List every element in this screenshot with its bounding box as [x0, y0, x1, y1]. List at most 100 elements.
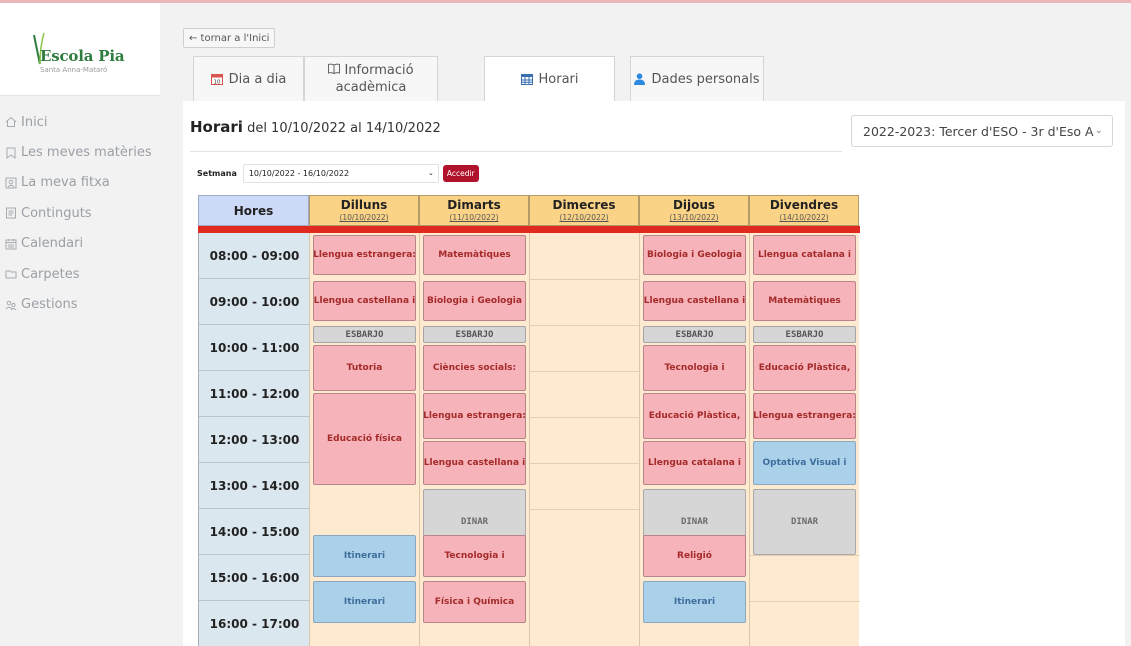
class-block[interactable]: Biologia i Geologia: [643, 235, 746, 275]
break-block: ESBARJO: [313, 326, 416, 343]
document-icon: [4, 206, 18, 220]
sidebar-item-label: Gestions: [21, 297, 78, 313]
class-block[interactable]: Optativa Visual i: [753, 441, 856, 485]
tab-dia-a-dia[interactable]: 10 Dia a dia: [193, 56, 304, 101]
sidebar-item-gestions[interactable]: Gestions: [0, 289, 160, 319]
sidebar-item-label: La meva fitxa: [21, 175, 110, 191]
course-year-value: 2022-2023: Tercer d'ESO - 3r d'Eso A: [863, 123, 1094, 139]
sidebar-item-label: Inici: [21, 114, 48, 130]
hour-cell: 15:00 - 16:00: [199, 555, 310, 601]
class-block[interactable]: Llengua estrangera:: [423, 393, 526, 439]
tab-label: Informació acadèmica: [305, 62, 437, 96]
row-divider: [530, 463, 640, 464]
day-header-tuesday[interactable]: Dimarts (11/10/2022): [419, 195, 529, 226]
sidebar-item-continguts[interactable]: Continguts: [0, 198, 160, 228]
week-value: 10/10/2022 - 16/10/2022: [248, 169, 350, 178]
class-block[interactable]: Itinerari: [643, 581, 746, 623]
table-icon: [520, 74, 533, 85]
page-title: Horari del 10/10/2022 al 14/10/2022: [190, 118, 441, 136]
row-divider: [750, 555, 860, 556]
home-icon: [4, 115, 18, 129]
day-column-wednesday: [529, 233, 640, 646]
hour-cell: 09:00 - 10:00: [199, 279, 310, 325]
class-block[interactable]: Tutoria: [313, 345, 416, 391]
sidebar-item-label: Les meves matèries: [21, 145, 152, 161]
class-block[interactable]: Llengua castellana i: [643, 281, 746, 321]
tab-informacio-academica[interactable]: Informació acadèmica: [304, 56, 438, 101]
lunch-block: DINAR: [753, 489, 856, 555]
tab-horari[interactable]: Horari: [484, 56, 615, 102]
book-icon: [328, 63, 341, 74]
logo-title: Escola Pia: [40, 47, 125, 65]
hours-header: Hores: [198, 195, 309, 226]
day-column-friday: Llengua catalana i Matemàtiques ESBARJO …: [749, 233, 860, 646]
timetable: Hores Dilluns (10/10/2022) Dimarts (11/10/…: [198, 195, 860, 646]
hours-column: 08:00 - 09:00 09:00 - 10:00 10:00 - 11:0…: [198, 233, 310, 646]
class-block[interactable]: Itinerari: [313, 535, 416, 577]
sidebar-item-fitxa[interactable]: La meva fitxa: [0, 168, 160, 198]
hour-cell: 10:00 - 11:00: [199, 325, 310, 371]
row-divider: [530, 509, 640, 510]
back-to-home-button[interactable]: ← tornar a l'Inici: [183, 28, 276, 48]
tab-label: Dia a dia: [228, 71, 287, 87]
hour-cell: 13:00 - 14:00: [199, 463, 310, 509]
header-red-bar: [198, 226, 860, 233]
week-select[interactable]: 10/10/2022 - 16/10/2022 ⌄: [242, 164, 439, 183]
sidebar: Escola Pia Santa Anna-Mataró Inici Les m…: [0, 3, 160, 646]
week-label: Setmana: [197, 169, 237, 178]
class-block[interactable]: Llengua estrangera:: [313, 235, 416, 275]
class-block[interactable]: Biologia i Geologia: [423, 281, 526, 321]
hour-cell: 16:00 - 17:00: [199, 601, 310, 646]
class-block[interactable]: Educació física: [313, 393, 416, 485]
sidebar-item-materies[interactable]: Les meves matèries: [0, 137, 160, 167]
hour-cell: 08:00 - 09:00: [199, 233, 310, 279]
class-block[interactable]: Religió: [643, 535, 746, 577]
svg-text:10: 10: [213, 80, 220, 86]
tab-label: Dades personals: [651, 71, 760, 87]
class-block[interactable]: Itinerari: [313, 581, 416, 623]
chevron-down-icon: ⌄: [1094, 125, 1103, 136]
day-column-thursday: Biologia i Geologia Llengua castellana i…: [639, 233, 749, 646]
class-block[interactable]: Tecnologia i: [423, 535, 526, 577]
course-year-select[interactable]: 2022-2023: Tercer d'ESO - 3r d'Eso A ⌄: [851, 115, 1113, 147]
accedir-button[interactable]: Accedir: [442, 165, 479, 182]
school-logo[interactable]: Escola Pia Santa Anna-Mataró: [0, 3, 160, 96]
folder-icon: [4, 267, 18, 281]
logo-subtitle: Santa Anna-Mataró: [40, 66, 108, 74]
class-block[interactable]: Llengua catalana i: [643, 441, 746, 485]
class-block[interactable]: Educació Plàstica,: [753, 345, 856, 391]
break-block: ESBARJO: [643, 326, 746, 343]
class-block[interactable]: Física i Química: [423, 581, 526, 623]
hour-cell: 12:00 - 13:00: [199, 417, 310, 463]
sidebar-item-calendari[interactable]: Calendari: [0, 229, 160, 259]
day-header-friday[interactable]: Divendres (14/10/2022): [749, 195, 859, 226]
row-divider: [750, 601, 860, 602]
sidebar-item-label: Carpetes: [21, 266, 80, 282]
day-header-thursday[interactable]: Dijous (13/10/2022): [639, 195, 749, 226]
id-card-icon: [4, 176, 18, 190]
title-divider: [190, 151, 842, 152]
sidebar-item-carpetes[interactable]: Carpetes: [0, 259, 160, 289]
class-block[interactable]: Llengua estrangera:: [753, 393, 856, 439]
class-block[interactable]: Educació Plàstica,: [643, 393, 746, 439]
day-header-wednesday[interactable]: Dimecres (12/10/2022): [529, 195, 639, 226]
sidebar-item-inici[interactable]: Inici: [0, 107, 160, 137]
sidebar-item-label: Calendari: [21, 236, 84, 252]
row-divider: [530, 371, 640, 372]
class-block[interactable]: Llengua castellana i: [313, 281, 416, 321]
break-block: ESBARJO: [753, 326, 856, 343]
week-selector-bar: Setmana 10/10/2022 - 16/10/2022 ⌄ Accedi…: [197, 164, 479, 183]
tab-dades-personals[interactable]: Dades personals: [630, 56, 764, 101]
main-content: ← tornar a l'Inici 10 Dia a dia Informac…: [160, 3, 1131, 646]
tab-label: Horari: [538, 72, 579, 87]
sidebar-nav: Inici Les meves matèries La meva fitxa C…: [0, 107, 160, 320]
class-block[interactable]: Tecnologia i: [643, 345, 746, 391]
class-block[interactable]: Llengua catalana i: [753, 235, 856, 275]
day-column-tuesday: Matemàtiques Biologia i Geologia ESBARJO…: [419, 233, 529, 646]
hour-cell: 11:00 - 12:00: [199, 371, 310, 417]
class-block[interactable]: Llengua castellana i: [423, 441, 526, 485]
day-header-monday[interactable]: Dilluns (10/10/2022): [309, 195, 419, 226]
class-block[interactable]: Matemàtiques: [753, 281, 856, 321]
class-block[interactable]: Ciències socials:: [423, 345, 526, 391]
class-block[interactable]: Matemàtiques: [423, 235, 526, 275]
